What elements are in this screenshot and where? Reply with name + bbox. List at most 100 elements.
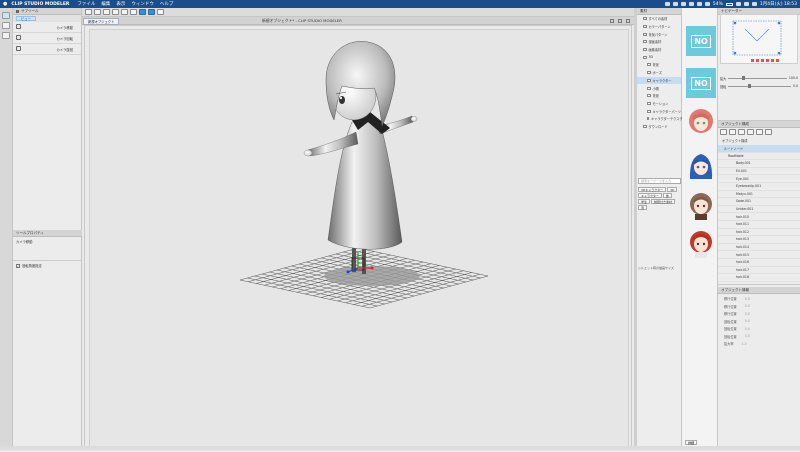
detail-button[interactable]: 詳細 [685,440,698,445]
zoom-slider-thumb[interactable] [742,76,746,80]
character-thumbnail-pink[interactable] [686,106,716,136]
object-tree-row[interactable]: Matyu.001 [718,191,800,199]
property-value[interactable]: 1.0 [742,342,747,346]
property-value[interactable]: 0.0 [745,319,750,323]
tag[interactable]: 制限付き素材 [651,199,676,204]
object-tool-icon[interactable] [2,22,10,29]
material-tree-item[interactable]: モーション [637,100,681,108]
object-tree-row[interactable]: Eye.001 [718,175,800,183]
rotate-slider-thumb[interactable] [748,84,752,88]
object-tree-row[interactable]: Body.001 [718,160,800,168]
property-value[interactable]: 0.0 [745,297,750,301]
object-tree-row[interactable]: EyebrowUp.001 [718,183,800,191]
object-tree-row[interactable]: ルートノード [718,145,800,153]
object-tree-row[interactable]: hair.012 [718,229,800,237]
material-tree-item[interactable]: キャラクターパーツ [637,107,681,115]
character-thumbnail-brown[interactable] [686,190,716,220]
property-value[interactable]: 0.0 [745,334,750,338]
material-tree-item[interactable]: キャラクター [637,76,681,85]
status-icon[interactable] [664,2,670,6]
property-value[interactable]: 0.0 [745,327,750,331]
tree-tool-icon[interactable] [756,129,763,135]
tag[interactable]: キャラクター [638,193,662,198]
window-control-icon[interactable] [610,19,614,23]
tag[interactable]: 3Dキャラクター [638,187,667,192]
object-tree-row[interactable]: Sode.001 [718,198,800,206]
menu-window[interactable]: ウィンドウ [131,1,154,7]
apple-icon[interactable]: ● [3,1,7,7]
material-tree-item[interactable]: キャラクターテクスチャ [637,115,686,123]
object-tree-row[interactable]: hair.016 [718,259,800,267]
material-tree-item[interactable]: 漫画素材 [637,38,681,46]
status-icon[interactable] [672,2,678,6]
search-icon[interactable] [743,2,749,6]
redo-icon[interactable] [148,9,155,15]
subtool-item-camera-orbit[interactable]: カメラ旋回 [13,44,81,55]
tag[interactable]: 学生 [638,199,651,204]
rotate-slider[interactable] [728,84,791,88]
material-tree-item[interactable]: カラーパターン [637,23,681,31]
app-menu[interactable]: CLIP STUDIO MODELER [11,2,69,7]
open-icon[interactable] [103,9,110,15]
material-tree-item[interactable]: ダウンロード [637,123,681,131]
document-tab[interactable]: 新規オブジェクト [83,18,120,25]
status-icon[interactable] [704,2,710,6]
property-value[interactable]: 0.0 [745,312,750,316]
object-tree-row[interactable]: hair.015 [718,251,800,259]
grid-icon[interactable] [121,9,128,15]
material-tree-item[interactable]: 背景 [637,92,681,100]
rotation-angle-row[interactable]: ✓ 回転角度指定 [13,260,82,270]
thumbnail-no-image[interactable]: NO [686,68,716,98]
status-icon[interactable] [696,2,702,6]
tag[interactable]: 3D [667,187,678,192]
object-tree-row[interactable]: hair.013 [718,236,800,244]
tab-view[interactable]: ビュー [16,16,36,21]
new-icon[interactable] [94,9,101,15]
tag[interactable]: 体 [662,193,672,198]
wifi-icon[interactable] [735,2,741,6]
menu-edit[interactable]: 編集 [101,1,110,7]
menu-help[interactable]: ヘルプ [160,1,174,7]
object-tree-row[interactable]: hair.018 [718,274,800,282]
tree-tool-icon[interactable] [729,129,736,135]
character-thumbnail-red[interactable] [686,228,716,258]
menu-file[interactable]: ファイル [77,1,95,7]
tree-tool-icon[interactable] [747,129,754,135]
object-tree-row[interactable]: Unider.001 [718,206,800,214]
tree-tool-icon[interactable] [720,129,727,135]
material-tree-item[interactable]: 背景 [637,61,681,69]
material-tree-item[interactable]: 画像素材 [637,46,681,54]
window-control-icon[interactable] [618,19,622,23]
battery-icon[interactable] [725,2,733,6]
status-icon[interactable] [680,2,686,6]
material-tree-item[interactable]: ポーズ [637,69,681,77]
zoom-slider[interactable] [728,76,787,80]
subtool-item-camera-rotate[interactable]: カメラ回転 [13,33,81,44]
view-tool-icon[interactable] [2,12,10,19]
save-icon[interactable] [112,9,119,15]
material-tree-item[interactable]: 3D [637,53,681,61]
undo-icon[interactable] [139,9,146,15]
character-model[interactable] [303,41,418,274]
frame-icon[interactable] [130,9,137,15]
material-tree-item[interactable]: すべての素材 [637,15,681,23]
3d-viewport[interactable] [89,29,629,447]
tag[interactable]: 頭 [638,205,648,210]
camera-icon[interactable] [85,9,92,15]
material-tree-item[interactable]: 背景パターン [637,30,681,38]
material-tree-item[interactable]: 小物 [637,84,681,92]
object-tree-row[interactable]: RootNode [718,153,800,161]
subtool-item-camera-move[interactable]: カメラ移動 [13,22,81,33]
menu-view[interactable]: 表示 [116,1,125,7]
navigator-preview[interactable] [720,14,798,64]
material-search-input[interactable]: 検索キーワードを入力 [638,178,681,184]
control-center-icon[interactable] [751,2,757,6]
object-tree-row[interactable]: Ell.001 [718,168,800,176]
object-tree-row[interactable]: hair.011 [718,221,800,229]
settings-icon[interactable] [157,9,164,15]
object-tree-row[interactable]: hair.017 [718,267,800,275]
tree-tool-icon[interactable] [738,129,745,135]
layout-tool-icon[interactable] [2,32,10,39]
clock[interactable]: 1月4日(火) 18:53 [760,1,797,7]
tree-tool-icon[interactable] [765,129,772,135]
